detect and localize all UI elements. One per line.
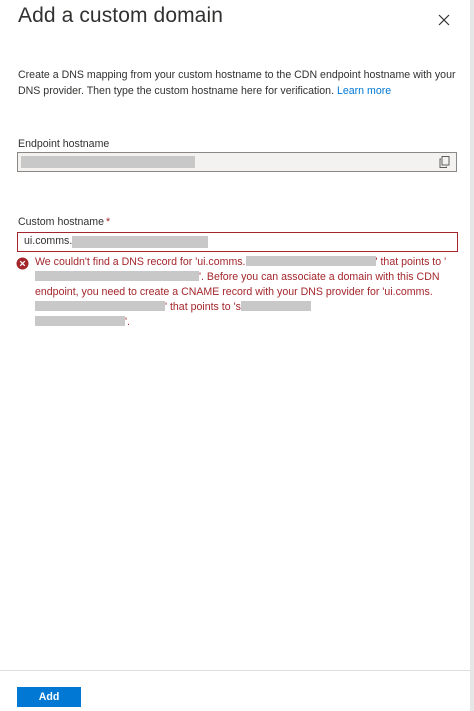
redacted-text (240, 301, 311, 311)
redacted-hostname-value (72, 236, 208, 248)
description: Create a DNS mapping from your custom ho… (18, 67, 458, 99)
custom-hostname-value: ui.comms.s (24, 235, 78, 247)
copy-button[interactable] (438, 155, 452, 169)
error-text-5: '. (125, 316, 130, 328)
panel-title: Add a custom domain (18, 4, 224, 27)
endpoint-hostname-field (17, 152, 457, 172)
redacted-endpoint-value (21, 156, 195, 168)
footer-divider (0, 670, 470, 671)
error-text-2: ' that points to ' (375, 256, 447, 268)
redacted-text (245, 256, 376, 266)
add-custom-domain-panel: Add a custom domain Create a DNS mapping… (0, 0, 470, 711)
redacted-text (35, 271, 199, 281)
redacted-text (35, 316, 125, 326)
custom-hostname-label-text: Custom hostname (18, 216, 104, 228)
error-circle-icon (16, 257, 29, 270)
custom-hostname-label: Custom hostname * (18, 216, 110, 228)
endpoint-hostname-label: Endpoint hostname (18, 138, 110, 150)
error-text-4: ' that points to 's (165, 301, 241, 313)
copy-icon (439, 156, 450, 168)
required-marker: * (105, 216, 111, 228)
learn-more-link[interactable]: Learn more (337, 85, 391, 97)
error-text-1: We couldn't find a DNS record for 'ui.co… (35, 256, 246, 268)
panel-edge (470, 0, 474, 711)
redacted-text (35, 301, 165, 311)
add-button[interactable]: Add (17, 687, 81, 707)
error-message: We couldn't find a DNS record for 'ui.co… (35, 255, 455, 330)
close-button[interactable] (432, 8, 456, 32)
custom-hostname-input[interactable]: ui.comms.s (17, 232, 458, 252)
close-icon (438, 14, 450, 26)
